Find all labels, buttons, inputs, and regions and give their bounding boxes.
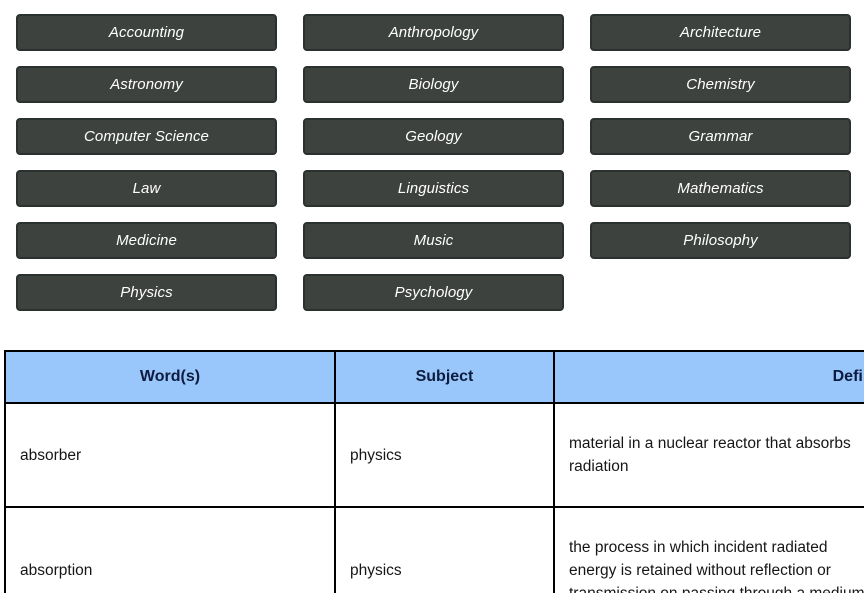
subject-button-biology[interactable]: Biology — [303, 66, 564, 103]
cell-definition: the process in which incident radiated e… — [553, 506, 864, 593]
subject-button-chemistry[interactable]: Chemistry — [590, 66, 851, 103]
subject-button-grammar[interactable]: Grammar — [590, 118, 851, 155]
subject-button-architecture[interactable]: Architecture — [590, 14, 851, 51]
cell-definition: material in a nuclear reactor that absor… — [553, 402, 864, 508]
subject-button-law[interactable]: Law — [16, 170, 277, 207]
subject-button-philosophy[interactable]: Philosophy — [590, 222, 851, 259]
table-row: absorber physics material in a nuclear r… — [4, 402, 864, 508]
results-table-container: Word(s) Subject Definition absorber phys… — [4, 350, 864, 593]
subject-button-linguistics[interactable]: Linguistics — [303, 170, 564, 207]
column-header-definition[interactable]: Definition — [553, 350, 864, 404]
column-header-subject[interactable]: Subject — [334, 350, 555, 404]
subject-button-computer-science[interactable]: Computer Science — [16, 118, 277, 155]
page-root: Accounting Anthropology Architecture Astron… — [0, 0, 864, 593]
subject-button-music[interactable]: Music — [303, 222, 564, 259]
subject-button-psychology[interactable]: Psychology — [303, 274, 564, 311]
cell-subject: physics — [334, 402, 555, 508]
results-table-body: absorber physics material in a nuclear r… — [4, 402, 864, 593]
cell-subject: physics — [334, 506, 555, 593]
subject-button-grid: Accounting Anthropology Architecture Astron… — [0, 0, 864, 311]
subject-button-mathematics[interactable]: Mathematics — [590, 170, 851, 207]
subject-button-medicine[interactable]: Medicine — [16, 222, 277, 259]
results-table: Word(s) Subject Definition absorber phys… — [4, 350, 864, 593]
subject-button-astronomy[interactable]: Astronomy — [16, 66, 277, 103]
subject-button-accounting[interactable]: Accounting — [16, 14, 277, 51]
column-header-words[interactable]: Word(s) — [4, 350, 336, 404]
table-row: absorption physics the process in which … — [4, 506, 864, 593]
subject-button-anthropology[interactable]: Anthropology — [303, 14, 564, 51]
subject-button-physics[interactable]: Physics — [16, 274, 277, 311]
results-table-head: Word(s) Subject Definition — [4, 350, 864, 404]
subject-button-geology[interactable]: Geology — [303, 118, 564, 155]
cell-word: absorber — [4, 402, 336, 508]
cell-word: absorption — [4, 506, 336, 593]
table-header-row: Word(s) Subject Definition — [4, 350, 864, 404]
